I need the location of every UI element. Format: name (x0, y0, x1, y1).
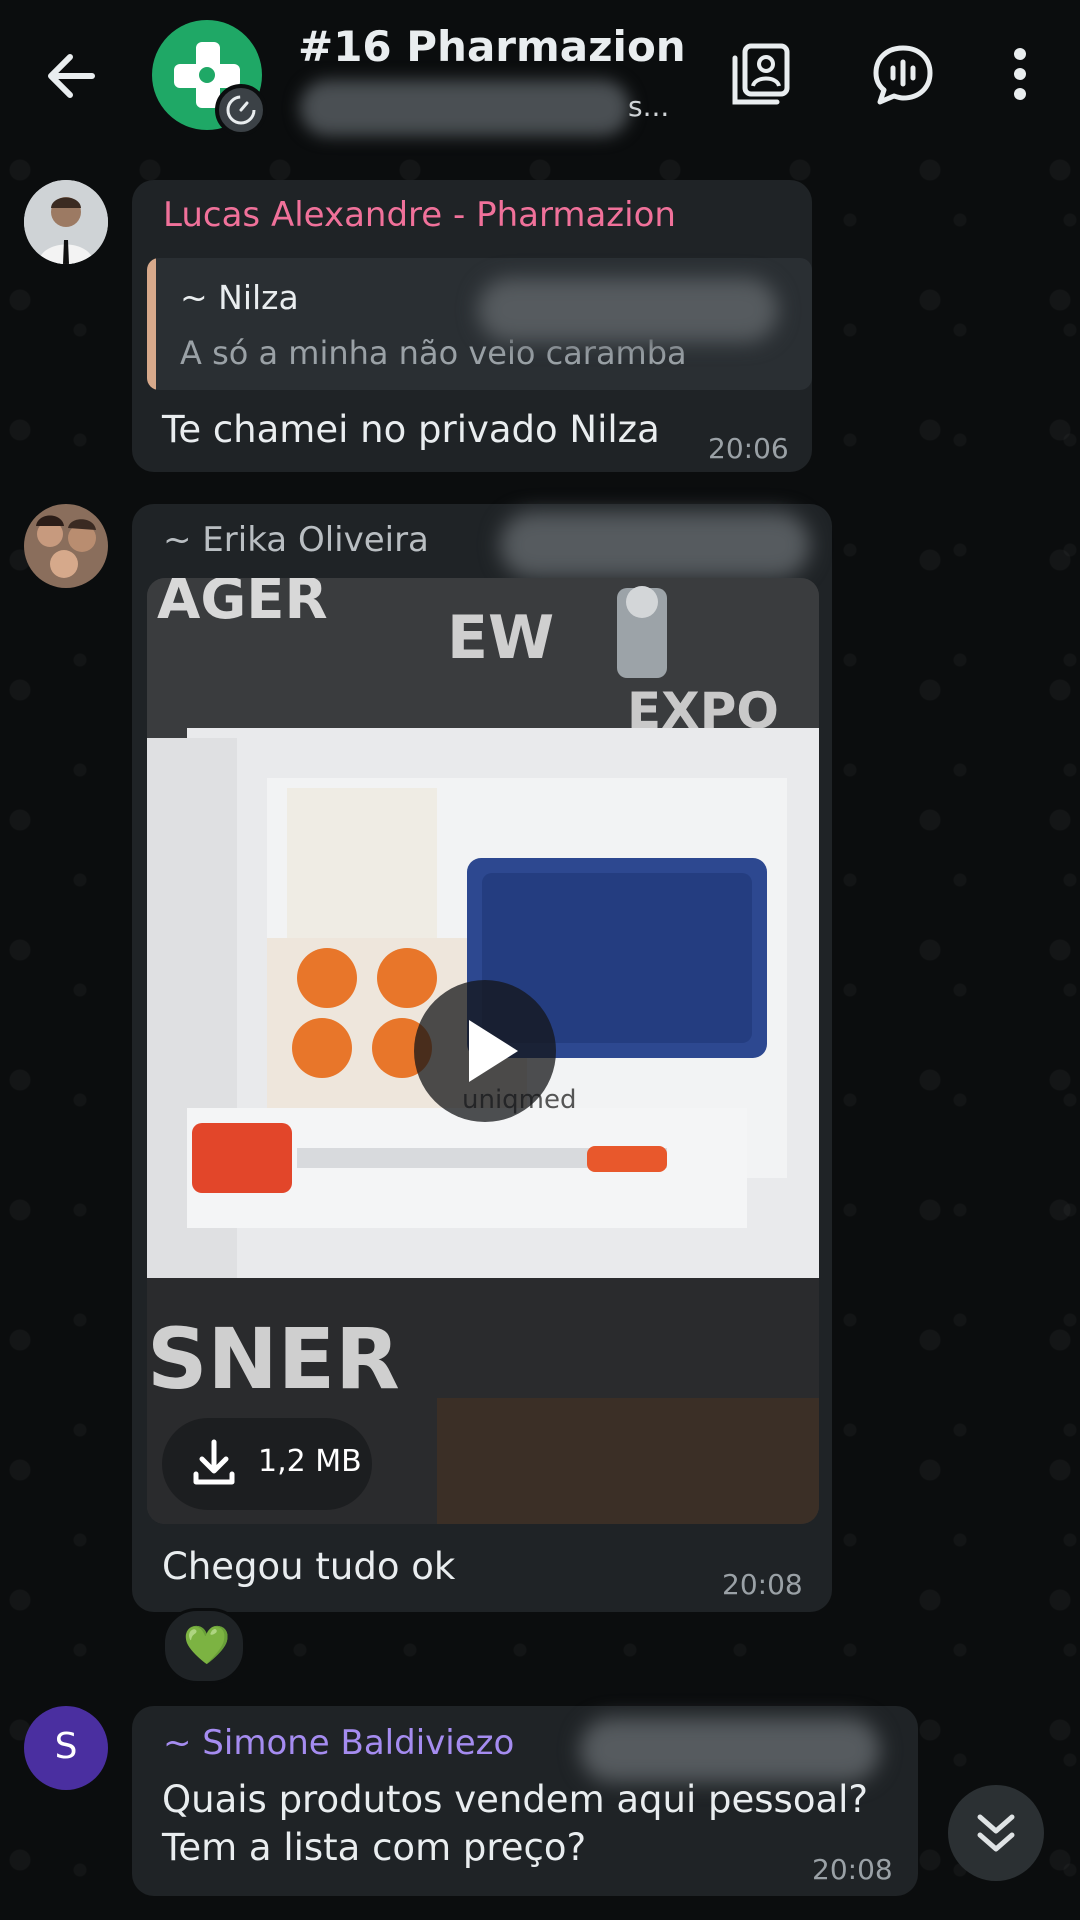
sender-name[interactable]: ~ Erika Oliveira (163, 520, 429, 560)
avatar-lucas[interactable] (24, 180, 108, 264)
double-chevron-down-icon (977, 1814, 1015, 1852)
message-time: 20:08 (812, 1853, 893, 1886)
chat-title[interactable]: #16 Pharmazion (298, 22, 686, 71)
message-time: 20:06 (708, 432, 789, 465)
green-heart-icon: 💚 (183, 1623, 231, 1667)
voice-chat-button[interactable] (868, 40, 938, 110)
message-text-line-1: Quais produtos vendem aqui pessoal? (162, 1778, 869, 1821)
scroll-to-bottom-button[interactable] (948, 1785, 1044, 1881)
play-icon (469, 1020, 518, 1082)
svg-text:SNER: SNER (147, 1310, 400, 1408)
avatar-simone[interactable]: S (24, 1706, 108, 1790)
avatar-letter: S (54, 1726, 78, 1767)
quote-accent-bar (147, 258, 156, 390)
download-button[interactable]: 1,2 MB (162, 1418, 372, 1510)
voice-chat-icon (873, 45, 933, 105)
blurred-participants (300, 80, 630, 136)
message-text: Te chamei no privado Nilza (162, 408, 660, 451)
chat-subtitle: s... (628, 90, 670, 123)
blurred-phone-number (500, 512, 810, 578)
sender-name[interactable]: ~ Simone Baldiviezo (163, 1723, 514, 1763)
message-time: 20:08 (722, 1568, 803, 1601)
quote-author: ~ Nilza (180, 278, 299, 317)
arrow-left-icon (48, 54, 95, 98)
play-button[interactable] (414, 980, 556, 1122)
svg-text:EW: EW (447, 603, 554, 673)
sender-name[interactable]: Lucas Alexandre - Pharmazion (163, 195, 676, 235)
message-text: Chegou tudo ok (162, 1545, 456, 1588)
blurred-phone-number (580, 1718, 880, 1782)
media-gallery-icon (732, 43, 790, 105)
message-text-line-2: Tem a lista com preço? (162, 1826, 587, 1869)
more-vertical-icon (1014, 48, 1026, 100)
chat-header: #16 Pharmazion s... (0, 0, 1080, 150)
blurred-phone-number (478, 278, 778, 342)
svg-text:AGER: AGER (157, 578, 328, 632)
reaction-badge[interactable]: 💚 (162, 1608, 246, 1684)
video-size: 1,2 MB (258, 1444, 362, 1479)
download-icon (193, 1439, 235, 1485)
more-options-button[interactable] (990, 40, 1050, 110)
avatar-erika[interactable] (24, 504, 108, 588)
disappearing-timer-icon (215, 84, 267, 136)
back-button[interactable] (40, 45, 102, 107)
media-gallery-button[interactable] (725, 40, 795, 110)
